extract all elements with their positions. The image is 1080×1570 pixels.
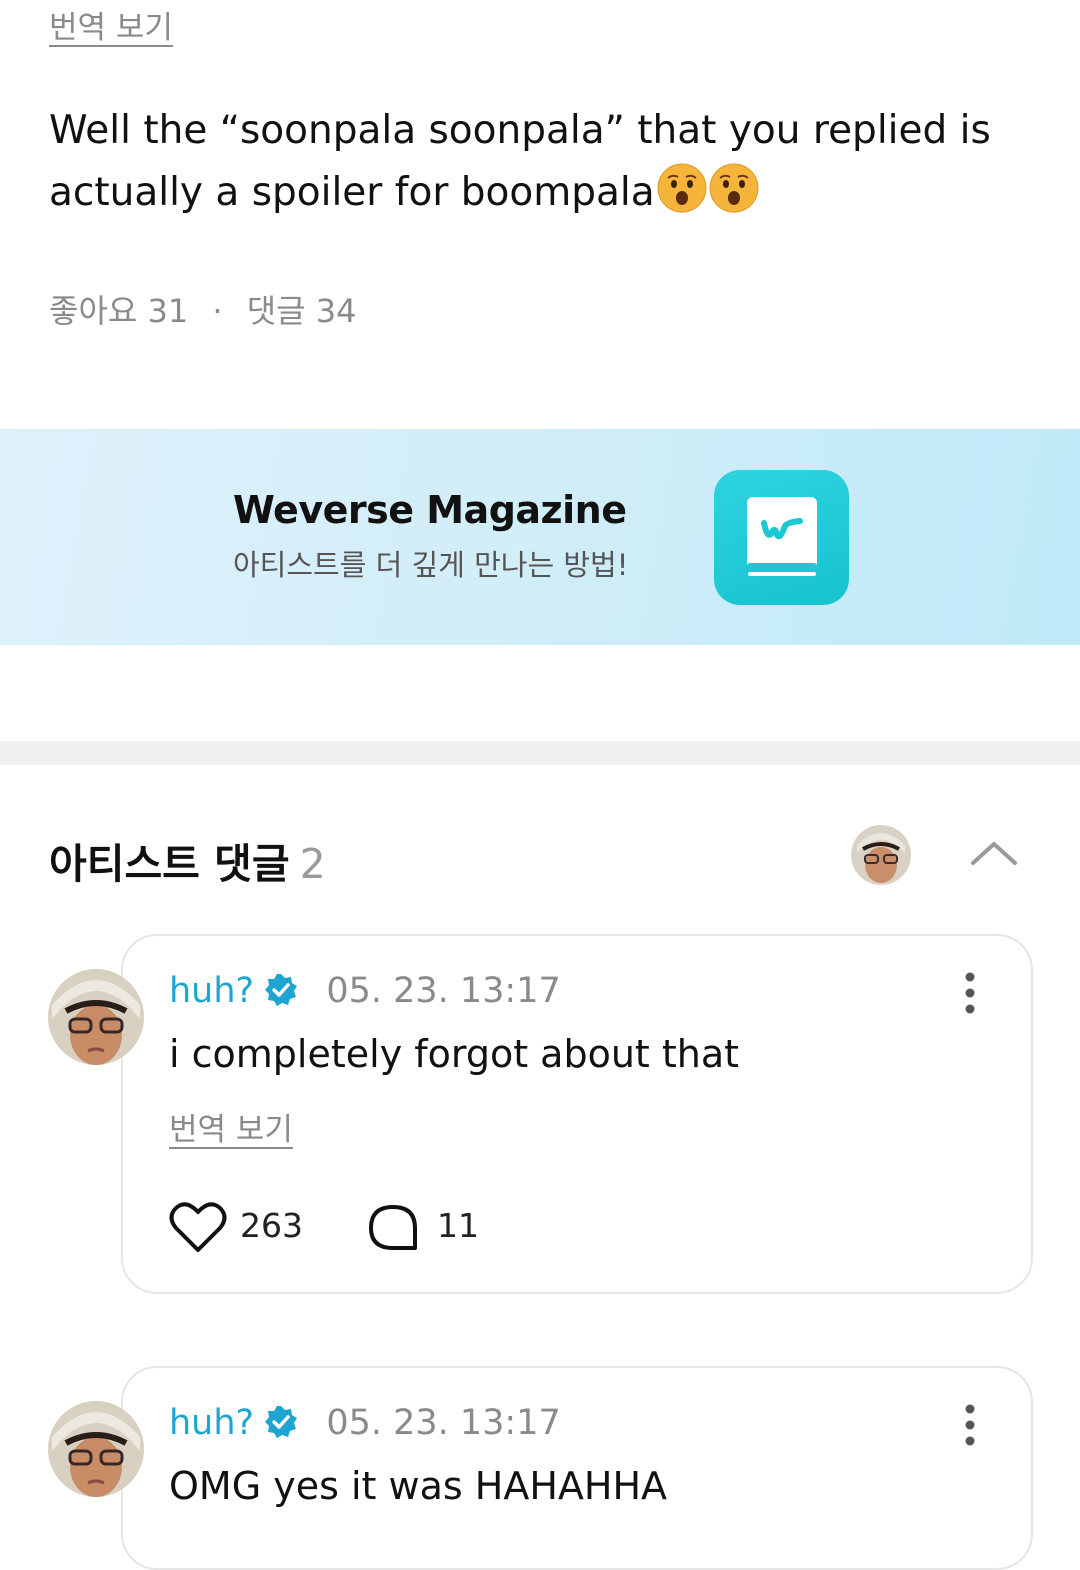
hushed-face-emoji-icon	[657, 163, 707, 213]
artist-comments-title: 아티스트 댓글 2	[49, 830, 326, 890]
artist-avatar-small[interactable]	[851, 825, 911, 885]
weverse-magazine-icon	[714, 470, 849, 605]
comment-timestamp: 05. 23. 13:17	[326, 971, 561, 1011]
post-body: Well the “soonpala soonpala” that you re…	[49, 108, 991, 215]
separator-dot: ·	[212, 292, 223, 330]
reply-bubble-icon[interactable]	[367, 1202, 419, 1254]
post-meta: 좋아요 31 · 댓글 34	[49, 286, 357, 332]
comment-header: huh? 05. 23. 13:17	[169, 1403, 561, 1443]
more-options-icon[interactable]	[954, 972, 986, 1014]
banner-title: Weverse Magazine	[233, 488, 627, 532]
verified-badge-icon	[265, 974, 298, 1006]
commenter-avatar[interactable]	[48, 1401, 144, 1497]
commenter-avatar[interactable]	[48, 969, 144, 1065]
comment-timestamp: 05. 23. 13:17	[326, 1403, 561, 1443]
hushed-face-emoji-icon	[709, 163, 759, 213]
comments-count[interactable]: 34	[316, 292, 357, 330]
comment-translate-link[interactable]: 번역 보기	[169, 1104, 293, 1149]
comment-text: i completely forgot about that	[169, 1032, 740, 1076]
translate-link[interactable]: 번역 보기	[49, 2, 173, 47]
like-count: 263	[240, 1206, 303, 1245]
artist-comments-label: 아티스트 댓글	[49, 840, 290, 888]
banner-subtitle: 아티스트를 더 깊게 만나는 방법!	[233, 548, 629, 582]
section-divider	[0, 741, 1080, 765]
comment-author[interactable]: huh?	[169, 1403, 254, 1443]
weverse-magazine-banner[interactable]	[0, 429, 1080, 645]
comment-text: OMG yes it was HAHAHHA	[169, 1464, 668, 1508]
like-heart-icon[interactable]	[169, 1200, 227, 1254]
more-options-icon[interactable]	[954, 1404, 986, 1446]
artist-comments-count: 2	[299, 840, 326, 888]
reply-count: 11	[437, 1206, 479, 1245]
collapse-chevron-up-icon[interactable]	[968, 836, 1020, 870]
comment-header: huh? 05. 23. 13:17	[169, 971, 561, 1011]
post-text: Well the “soonpala soonpala” that you re…	[49, 100, 1039, 224]
likes-label: 좋아요	[49, 292, 138, 330]
likes-count: 31	[147, 292, 189, 330]
comment-author[interactable]: huh?	[169, 971, 254, 1011]
comments-label[interactable]: 댓글	[247, 292, 306, 330]
verified-badge-icon	[265, 1406, 298, 1438]
